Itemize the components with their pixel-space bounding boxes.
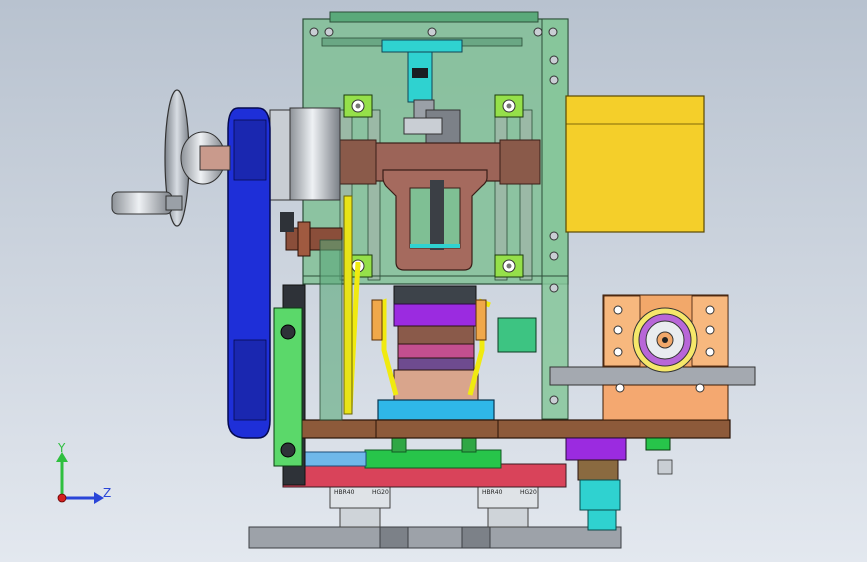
rail-label-left-a: HBR40	[334, 489, 355, 496]
green-side-bracket	[497, 317, 537, 353]
rail-label-left-b: HG20	[372, 489, 389, 496]
base-slab	[248, 526, 622, 549]
tensioner-plate	[273, 307, 303, 467]
rail-label-right-a: HBR40	[482, 489, 503, 496]
cad-viewport[interactable]: HBR40 HG20 HBR40 HG20 Y Z	[0, 0, 867, 562]
yellow-post	[343, 195, 353, 415]
work-table	[299, 419, 731, 439]
rail-label-right-b: HG20	[520, 489, 537, 496]
axis-y-label: Y	[57, 441, 66, 455]
yellow-motor	[565, 95, 705, 233]
orange-clamp-right	[475, 299, 487, 341]
axis-z-label: Z	[103, 486, 111, 500]
orange-clamp-left	[371, 299, 383, 341]
assembly-drawing[interactable]: HBR40 HG20 HBR40 HG20 Y Z	[0, 0, 867, 562]
